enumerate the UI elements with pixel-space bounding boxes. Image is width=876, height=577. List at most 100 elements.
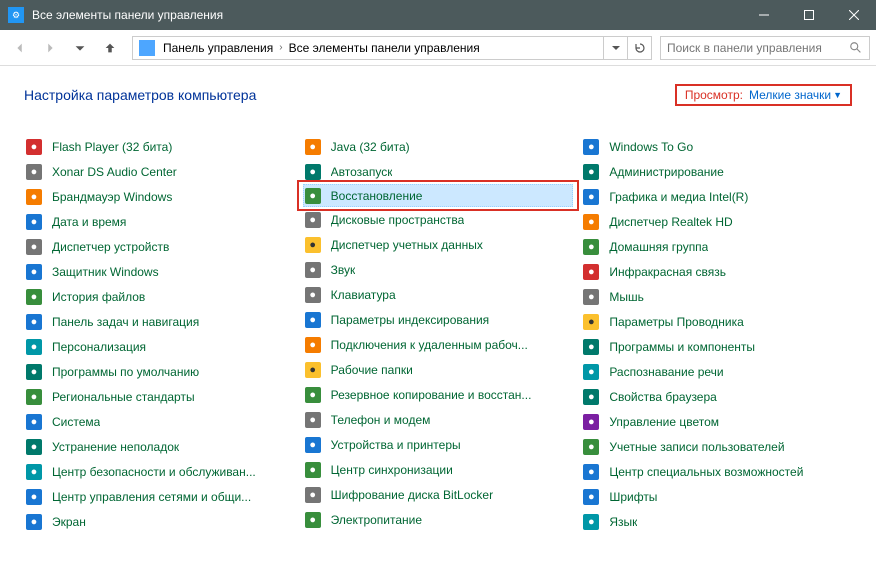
item-icon: ●	[583, 239, 599, 255]
control-panel-item[interactable]: ●Диспетчер Realtek HD	[581, 209, 852, 234]
item-icon: ●	[583, 389, 599, 405]
control-panel-item[interactable]: ●Автозапуск	[303, 159, 574, 184]
item-icon: ●	[26, 214, 42, 230]
control-panel-item[interactable]: ● Домашняя группа	[581, 234, 852, 259]
item-icon: ●	[583, 289, 599, 305]
control-panel-item[interactable]: ●Восстановление	[303, 184, 574, 207]
control-panel-item[interactable]: ●Дата и время	[24, 209, 295, 234]
control-panel-item[interactable]: ●Дисковые пространства	[303, 207, 574, 232]
maximize-button[interactable]	[786, 0, 831, 30]
control-panel-item[interactable]: ●Flash Player (32 бита)	[24, 134, 295, 159]
control-panel-item[interactable]: ● Администрирование	[581, 159, 852, 184]
control-panel-item[interactable]: ● Шрифты	[581, 484, 852, 509]
item-label: Шрифты	[609, 490, 657, 504]
control-panel-item[interactable]: ●Программы по умолчанию	[24, 359, 295, 384]
refresh-button[interactable]	[627, 37, 651, 59]
item-label: Центр специальных возможностей	[609, 465, 803, 479]
item-icon: ●	[26, 514, 42, 530]
item-icon: ●	[583, 264, 599, 280]
control-panel-item[interactable]: ●Звук	[303, 257, 574, 282]
control-panel-item[interactable]: ●Xonar DS Audio Center	[24, 159, 295, 184]
item-icon: ●	[583, 164, 599, 180]
address-bar[interactable]: Панель управления › Все элементы панели …	[132, 36, 652, 60]
control-panel-item[interactable]: ●Параметры индексирования	[303, 307, 574, 332]
content-area: Настройка параметров компьютера Просмотр…	[0, 66, 876, 577]
control-panel-item[interactable]: ●Устранение неполадок	[24, 434, 295, 459]
control-panel-item[interactable]: ●Брандмауэр Windows	[24, 184, 295, 209]
breadcrumb-current[interactable]: Все элементы панели управления	[287, 41, 482, 55]
control-panel-item[interactable]: ●Программы и компоненты	[581, 334, 852, 359]
chevron-down-icon[interactable]: ▼	[833, 90, 842, 100]
item-label: Система	[52, 415, 100, 429]
control-panel-item[interactable]: ●Графика и медиа Intel(R)	[581, 184, 852, 209]
item-icon: ●	[583, 514, 599, 530]
item-icon: ●	[583, 339, 599, 355]
control-panel-item[interactable]: ●Шифрование диска BitLocker	[303, 482, 574, 507]
control-panel-item[interactable]: ●Устройства и принтеры	[303, 432, 574, 457]
item-icon: ●	[305, 487, 321, 503]
control-panel-item[interactable]: ●Экран	[24, 509, 295, 534]
control-panel-item[interactable]: ●Распознавание речи	[581, 359, 852, 384]
control-panel-item[interactable]: ●Подключения к удаленным рабоч...	[303, 332, 574, 357]
up-button[interactable]	[96, 34, 124, 62]
item-label: Flash Player (32 бита)	[52, 140, 172, 154]
control-panel-item[interactable]: ●Защитник Windows	[24, 259, 295, 284]
view-value-link[interactable]: Мелкие значки	[749, 88, 831, 102]
forward-button[interactable]	[36, 34, 64, 62]
control-panel-item[interactable]: ●Мышь	[581, 284, 852, 309]
breadcrumb-root[interactable]: Панель управления	[161, 41, 275, 55]
item-label: Подключения к удаленным рабоч...	[331, 338, 528, 352]
search-box[interactable]	[660, 36, 870, 60]
item-label: Домашняя группа	[609, 240, 708, 254]
control-panel-item[interactable]: ●Инфракрасная связь	[581, 259, 852, 284]
item-icon: ●	[583, 414, 599, 430]
control-panel-item[interactable]: ●Windows To Go	[581, 134, 852, 159]
control-panel-item[interactable]: ●Язык	[581, 509, 852, 534]
item-icon: ●	[583, 364, 599, 380]
control-panel-item[interactable]: ● Центр синхронизации	[303, 457, 574, 482]
item-label: Восстановление	[331, 189, 423, 203]
item-label: Свойства браузера	[609, 390, 717, 404]
item-label: Управление цветом	[609, 415, 719, 429]
control-panel-item[interactable]: ● Система	[24, 409, 295, 434]
search-icon	[849, 41, 863, 55]
search-input[interactable]	[667, 41, 849, 55]
address-dropdown-button[interactable]	[603, 37, 627, 59]
item-icon: ●	[305, 212, 321, 228]
control-panel-item[interactable]: ●Телефон и модем	[303, 407, 574, 432]
control-panel-item[interactable]: ●Java (32 бита)	[303, 134, 574, 159]
control-panel-item[interactable]: ●Резервное копирование и восстан...	[303, 382, 574, 407]
control-panel-item[interactable]: ●Параметры Проводника	[581, 309, 852, 334]
item-label: Региональные стандарты	[52, 390, 195, 404]
item-label: Администрирование	[609, 165, 723, 179]
back-button[interactable]	[6, 34, 34, 62]
item-label: Диспетчер учетных данных	[331, 238, 483, 252]
item-label: Центр синхронизации	[331, 463, 453, 477]
control-panel-item[interactable]: ●Электропитание	[303, 507, 574, 532]
control-panel-item[interactable]: ●Учетные записи пользователей	[581, 434, 852, 459]
item-icon: ●	[26, 414, 42, 430]
control-panel-item[interactable]: ●Центр специальных возможностей	[581, 459, 852, 484]
items-grid: ●Flash Player (32 бита)●Xonar DS Audio C…	[24, 134, 852, 534]
control-panel-item[interactable]: ●Диспетчер устройств	[24, 234, 295, 259]
minimize-button[interactable]	[741, 0, 786, 30]
recent-dropdown-button[interactable]	[66, 34, 94, 62]
item-icon: ●	[305, 462, 321, 478]
item-icon: ●	[583, 489, 599, 505]
control-panel-item[interactable]: ●Персонализация	[24, 334, 295, 359]
control-panel-item[interactable]: ●Клавиатура	[303, 282, 574, 307]
control-panel-item[interactable]: ●Панель задач и навигация	[24, 309, 295, 334]
item-icon: ●	[305, 262, 321, 278]
control-panel-item[interactable]: ● Свойства браузера	[581, 384, 852, 409]
control-panel-item[interactable]: ● Управление цветом	[581, 409, 852, 434]
breadcrumb-separator-icon[interactable]: ›	[275, 42, 286, 53]
control-panel-item[interactable]: ●Центр управления сетями и общи...	[24, 484, 295, 509]
item-label: Xonar DS Audio Center	[52, 165, 177, 179]
control-panel-address-icon	[139, 40, 155, 56]
control-panel-item[interactable]: ●Рабочие папки	[303, 357, 574, 382]
control-panel-item[interactable]: ●Диспетчер учетных данных	[303, 232, 574, 257]
close-button[interactable]	[831, 0, 876, 30]
control-panel-item[interactable]: ●История файлов	[24, 284, 295, 309]
control-panel-item[interactable]: ●Центр безопасности и обслуживан...	[24, 459, 295, 484]
control-panel-item[interactable]: ●Региональные стандарты	[24, 384, 295, 409]
